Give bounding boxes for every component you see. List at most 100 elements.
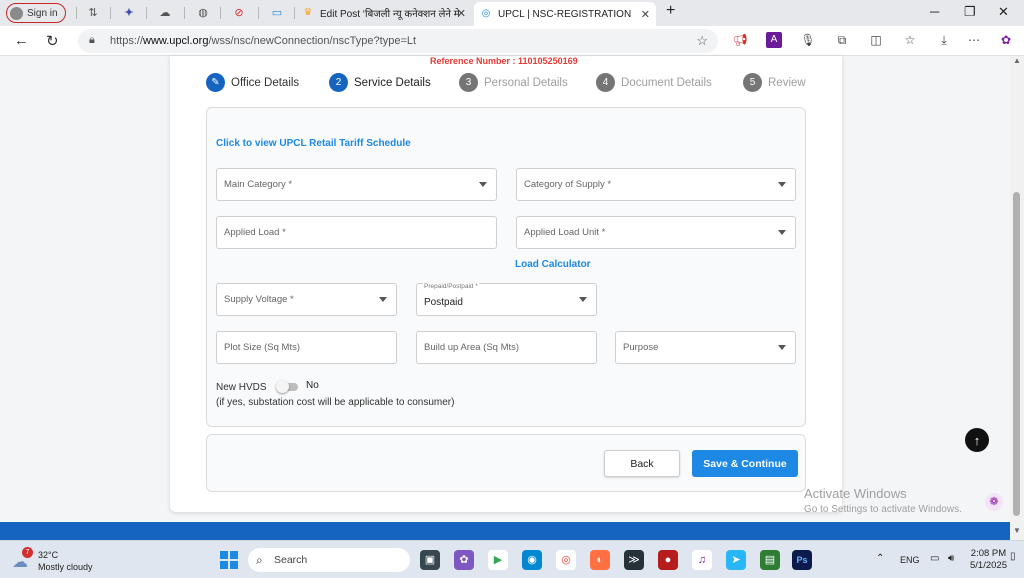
build-up-area-input[interactable]: Build up Area (Sq Mts) [416,331,597,364]
browser-tab-bar: Sign in ⇅ ✦ ☁ ◍ ⊘ ▭ ♛ Edit Post ‘बिजली न… [0,0,1024,26]
screen-recorder-icon[interactable]: ● [658,550,678,570]
microphone-icon[interactable]: 🎙︎ [800,32,816,48]
load-calculator-link[interactable]: Load Calculator [515,259,591,270]
close-tab-icon[interactable]: ✕ [457,7,466,20]
search-label: Search [274,554,308,566]
notification-icon[interactable]: ▯ [1010,551,1016,562]
system-clock[interactable]: 2:08 PM 5/1/2025 [970,548,1007,572]
step-personal-details[interactable]: 3 Personal Details [459,73,568,92]
taskbar-search-input[interactable]: ⌕ Search [248,548,410,572]
close-tab-icon[interactable]: ✕ [641,8,650,21]
split-screen-icon[interactable]: ◫ [868,32,884,48]
applied-load-unit-select[interactable]: Applied Load Unit * [516,216,796,249]
favorite-star-icon[interactable]: ☆ [696,33,708,49]
more-menu-icon[interactable]: ⋯ [966,32,982,48]
back-arrow-icon[interactable]: ← [14,32,29,49]
close-window-icon[interactable]: ✕ [998,4,1009,20]
headphones-app-icon[interactable]: ♫ [692,550,712,570]
field-placeholder: Main Category * [224,179,293,190]
tab-title: Edit Post ‘बिजली न्यू कनेक्शन लेने मे [320,9,460,20]
edge-browser-icon[interactable]: ◉ [522,550,542,570]
main-category-select[interactable]: Main Category * [216,168,497,201]
tab-title: UPCL | NSC-REGISTRATION [498,8,632,20]
purpose-select[interactable]: Purpose [615,331,796,364]
weather-condition: Mostly cloudy [38,562,93,572]
save-continue-button[interactable]: Save & Continue [692,450,798,477]
refresh-icon[interactable]: ↻ [46,32,59,50]
pinned-tab-arrows-icon[interactable]: ⇅ [86,6,100,20]
step-office-details[interactable]: ✎ Office Details [206,73,299,92]
footer-band [0,522,1010,540]
prepaid-postpaid-select[interactable]: Prepaid/Postpaid * Postpaid [416,283,597,316]
megaphone-extension-icon[interactable]: 📢︎ [732,32,748,48]
photoshop-icon[interactable]: Ps [792,550,812,570]
applied-load-input[interactable]: Applied Load * [216,216,497,249]
chrome-browser-icon[interactable]: ◎ [556,550,576,570]
play-store-icon[interactable]: ▶ [488,550,508,570]
copilot-brain-icon[interactable]: ❁ [985,493,1003,511]
new-tab-icon[interactable]: + [666,2,675,20]
volume-icon[interactable]: 🔊︎ [948,553,954,564]
activate-windows-watermark: Activate Windows Go to Settings to activ… [804,486,962,515]
plot-size-input[interactable]: Plot Size (Sq Mts) [216,331,397,364]
tab-edit-post[interactable]: ♛ Edit Post ‘बिजली न्यू कनेक्शन लेने मे … [296,2,472,24]
clock-time: 2:08 PM [970,548,1007,559]
tab-separator [110,7,111,19]
minimize-icon[interactable]: ─ [930,4,939,19]
back-button[interactable]: Back [604,450,680,477]
tab-upcl-registration[interactable]: ◎ UPCL | NSC-REGISTRATION ✕ [474,2,656,26]
pinned-tab-cloud-icon[interactable]: ☁ [158,6,172,20]
telegram-icon[interactable]: ➤ [726,550,746,570]
chevron-down-icon [778,230,786,235]
tray-overflow-icon[interactable]: ⌃ [876,553,884,564]
page-viewport: Reference Number : 110105250169 ✎ Office… [0,56,1010,540]
windows-taskbar: ☁ 7 32°C Mostly cloudy ⌕ Search ▣ ✿ ▶ ◉ … [0,540,1024,578]
restore-icon[interactable]: ❐ [964,4,976,20]
pinned-tab-globe-icon[interactable]: ◍ [196,6,210,20]
pinned-tab-block-icon[interactable]: ⊘ [232,6,246,20]
tab-separator [258,7,259,19]
tab-separator [184,7,185,19]
vertical-scrollbar[interactable]: ▲ ▼ [1010,56,1024,540]
field-placeholder: Build up Area (Sq Mts) [424,342,520,353]
field-placeholder: Purpose [623,342,659,353]
network-icon[interactable]: ▭ [930,553,939,564]
language-indicator[interactable]: ENG [900,555,920,565]
chevron-down-icon [778,345,786,350]
url-input[interactable]: 🔒︎ https://www.upcl.org/wss/nsc/newConne… [78,29,718,53]
new-hvds-label: New HVDS [216,382,267,393]
sign-in-button[interactable]: Sign in [6,3,66,23]
step-document-details[interactable]: 4 Document Details [596,73,712,92]
pinned-tab-chat-icon[interactable]: ▭ [270,6,284,20]
windows-start-icon[interactable] [220,551,238,569]
scroll-to-top-icon[interactable]: ↑ [965,428,989,452]
step-service-details[interactable]: 2 Service Details [329,73,431,92]
field-value: Postpaid [424,297,463,308]
copilot-icon[interactable]: ✿ [998,32,1014,48]
notepad-icon[interactable]: ▤ [760,550,780,570]
reference-number: Reference Number : 110105250169 [430,56,578,66]
category-of-supply-select[interactable]: Category of Supply * [516,168,796,201]
scroll-up-icon[interactable]: ▲ [1013,56,1021,65]
downloads-icon[interactable]: ⤓ [936,32,952,48]
favorites-icon[interactable]: ☆ [902,32,918,48]
text-extension-icon[interactable]: A [766,32,782,48]
code-editor-icon[interactable]: ≫ [624,550,644,570]
tariff-schedule-link[interactable]: Click to view UPCL Retail Tariff Schedul… [216,138,411,149]
step-label: Office Details [231,76,300,89]
tab-separator [220,7,221,19]
firefox-browser-icon[interactable]: ◐ [590,550,610,570]
copilot-app-icon[interactable]: ✿ [454,550,474,570]
new-hvds-value: No [306,380,319,391]
address-bar-row: ← ↻ 🔒︎ https://www.upcl.org/wss/nsc/newC… [0,26,1024,56]
task-view-icon[interactable]: ▣ [420,550,440,570]
new-hvds-toggle[interactable] [276,380,300,393]
extensions-puzzle-icon[interactable]: ⧉ [834,32,850,48]
pinned-tab-logo-icon[interactable]: ✦ [122,6,136,20]
lock-icon: 🔒︎ [89,34,95,46]
scroll-down-icon[interactable]: ▼ [1013,526,1021,535]
scrollbar-thumb[interactable] [1013,192,1020,516]
step-review[interactable]: 5 Review [743,73,806,92]
supply-voltage-select[interactable]: Supply Voltage * [216,283,397,316]
url-path: /wss/nsc/newConnection/nscType?type=Lt [208,35,417,47]
